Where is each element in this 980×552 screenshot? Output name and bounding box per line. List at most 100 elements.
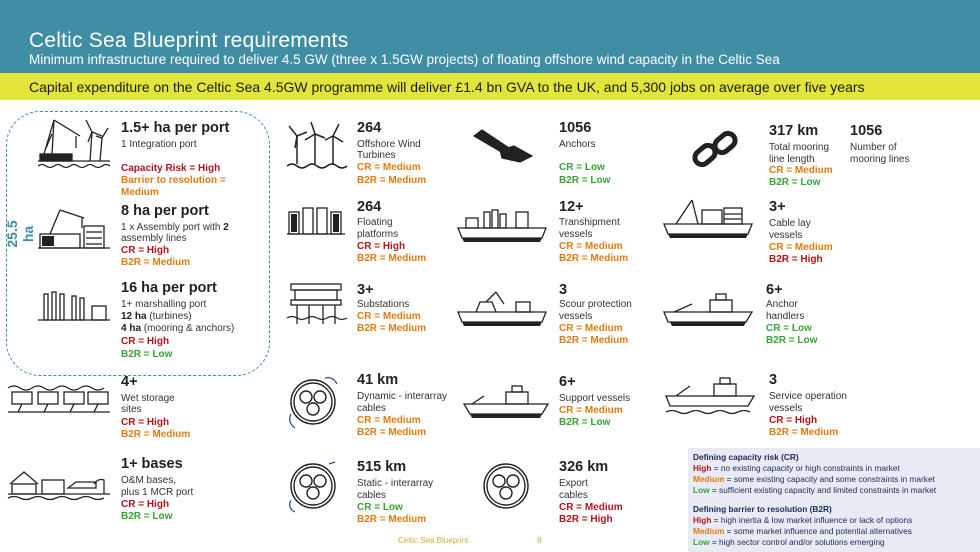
mooring-lines-desc1: Number of bbox=[850, 142, 897, 153]
mooring-b2r: B2R = Low bbox=[769, 177, 821, 188]
service-op-desc1: Service operation bbox=[769, 391, 847, 402]
service-op-title: 3 bbox=[769, 372, 778, 388]
anchor-handler-icon bbox=[663, 293, 754, 326]
static-cables-cr: CR = Low bbox=[357, 502, 403, 513]
static-cables-desc2: cables bbox=[357, 490, 386, 501]
anchors-title: 1056 bbox=[559, 120, 592, 136]
cable-lay-b2r: B2R = High bbox=[769, 254, 823, 265]
anchor-icon bbox=[472, 129, 534, 163]
wet-storage-b2r: B2R = Medium bbox=[121, 429, 191, 440]
crane-wind-icon bbox=[37, 119, 111, 169]
floating-platform-icon bbox=[287, 207, 345, 235]
scour-desc2: vessels bbox=[559, 311, 593, 322]
page-subtitle: Minimum infrastructure required to deliv… bbox=[29, 52, 780, 67]
scour-vessel-icon bbox=[457, 291, 547, 326]
marshalling-port-desc1: 1+ marshalling port bbox=[121, 299, 207, 310]
dynamic-cables-desc2: cables bbox=[357, 403, 386, 414]
page-title: Celtic Sea Blueprint requirements bbox=[29, 29, 349, 52]
platforms-cr: CR = High bbox=[357, 241, 406, 252]
ports-total-label: 25.5 ha bbox=[4, 220, 36, 248]
export-cables-desc2: cables bbox=[559, 490, 588, 501]
assembly-port-cr: CR = High bbox=[121, 245, 170, 256]
legend-b2r-high: High = high inertia & low market influen… bbox=[693, 515, 913, 525]
cable-lay-desc1: Cable lay bbox=[769, 218, 811, 229]
assembly-port-title: 8 ha per port bbox=[121, 203, 209, 219]
wind-turbines-icon bbox=[286, 121, 348, 169]
turbines-title: 264 bbox=[357, 120, 382, 136]
service-vessel-icon bbox=[665, 377, 756, 415]
service-op-desc2: vessels bbox=[769, 403, 803, 414]
support-title: 6+ bbox=[559, 374, 576, 390]
assembly-crane-icon bbox=[38, 209, 110, 249]
static-cables-b2r: B2R = Medium bbox=[357, 514, 427, 525]
legend-b2r-medium: Medium = some market influence and poten… bbox=[693, 526, 912, 536]
scour-desc1: Scour protection bbox=[559, 299, 632, 310]
dynamic-cable-icon bbox=[289, 377, 338, 429]
scour-b2r: B2R = Medium bbox=[559, 335, 629, 346]
anchor-handlers-desc1: Anchor bbox=[766, 299, 798, 310]
dynamic-cables-title: 41 km bbox=[357, 372, 399, 388]
support-desc1: Support vessels bbox=[559, 393, 631, 404]
om-bases-b2r: B2R = Low bbox=[121, 511, 173, 522]
static-cables-desc1: Static - interarray bbox=[357, 478, 434, 489]
platforms-desc1: Floating bbox=[357, 217, 393, 228]
anchors-b2r: B2R = Low bbox=[559, 175, 611, 186]
support-cr: CR = Medium bbox=[559, 405, 623, 416]
cable-lay-vessel-icon bbox=[663, 199, 753, 238]
mooring-desc1: Total mooring bbox=[769, 142, 830, 153]
integration-port-b2r: Barrier to resolution = Medium bbox=[121, 175, 226, 198]
scour-cr: CR = Medium bbox=[559, 323, 623, 334]
dynamic-cables-cr: CR = Medium bbox=[357, 415, 421, 426]
assembly-port-b2r: B2R = Medium bbox=[121, 257, 191, 268]
support-vessel-icon bbox=[462, 385, 550, 418]
transhipment-vessel-icon bbox=[457, 209, 547, 242]
platforms-b2r: B2R = Medium bbox=[357, 253, 427, 264]
chain-icon bbox=[692, 130, 738, 168]
wet-storage-desc2: sites bbox=[121, 404, 142, 415]
om-bases-desc1: O&M bases, bbox=[121, 475, 177, 486]
platforms-title: 264 bbox=[357, 199, 382, 215]
scour-title: 3 bbox=[559, 282, 568, 298]
transhipment-b2r: B2R = Medium bbox=[559, 253, 629, 264]
integration-port-desc: 1 Integration port bbox=[121, 139, 197, 150]
static-cables-title: 515 km bbox=[357, 459, 407, 475]
legend-cr-medium: Medium = some existing capacity and some… bbox=[693, 474, 935, 484]
export-cables-b2r: B2R = High bbox=[559, 514, 613, 525]
cable-lay-desc2: vessels bbox=[769, 230, 803, 241]
mooring-cr: CR = Medium bbox=[769, 165, 833, 176]
wet-storage-icon bbox=[7, 385, 110, 413]
legend-b2r-low: Low = high sector control and/or solutio… bbox=[693, 537, 885, 547]
export-cable-icon bbox=[483, 463, 529, 509]
assembly-port-desc2: assembly lines bbox=[121, 233, 187, 244]
marshalling-port-desc2: 12 ha (turbines) bbox=[121, 311, 192, 322]
transhipment-title: 12+ bbox=[559, 199, 584, 215]
export-cables-desc1: Export bbox=[559, 478, 588, 489]
turbines-desc1: Offshore Wind bbox=[357, 139, 421, 150]
anchors-desc1: Anchors bbox=[559, 139, 596, 150]
service-op-b2r: B2R = Medium bbox=[769, 427, 839, 438]
marshalling-port-desc3: 4 ha (mooring & anchors) bbox=[121, 323, 235, 334]
substation-icon bbox=[286, 283, 348, 324]
substations-b2r: B2R = Medium bbox=[357, 323, 427, 334]
export-cables-title: 326 km bbox=[559, 459, 609, 475]
banner-text: Capital expenditure on the Celtic Sea 4.… bbox=[29, 79, 865, 95]
legend-cr-high: High = no existing capacity or high cons… bbox=[693, 463, 900, 473]
platforms-desc2: platforms bbox=[357, 229, 399, 240]
substations-desc1: Substations bbox=[357, 299, 410, 310]
turbines-cr: CR = Medium bbox=[357, 162, 421, 173]
mooring-lines-desc2: mooring lines bbox=[850, 154, 910, 165]
turbines-desc2: Turbines bbox=[357, 150, 396, 161]
cable-lay-title: 3+ bbox=[769, 199, 786, 215]
transhipment-cr: CR = Medium bbox=[559, 241, 623, 252]
wet-storage-desc1: Wet storage bbox=[121, 393, 175, 404]
marshalling-port-b2r: B2R = Low bbox=[121, 349, 173, 360]
support-b2r: B2R = Low bbox=[559, 417, 611, 428]
integration-port-cr: Capacity Risk = High bbox=[121, 163, 221, 174]
cable-lay-cr: CR = Medium bbox=[769, 242, 833, 253]
static-cable-icon bbox=[289, 461, 336, 513]
dynamic-cables-b2r: B2R = Medium bbox=[357, 427, 427, 438]
assembly-port-desc: 1 x Assembly port with 2 bbox=[121, 222, 229, 233]
wet-storage-title: 4+ bbox=[121, 374, 138, 390]
om-bases-desc2: plus 1 MCR port bbox=[121, 487, 194, 498]
substations-cr: CR = Medium bbox=[357, 311, 421, 322]
